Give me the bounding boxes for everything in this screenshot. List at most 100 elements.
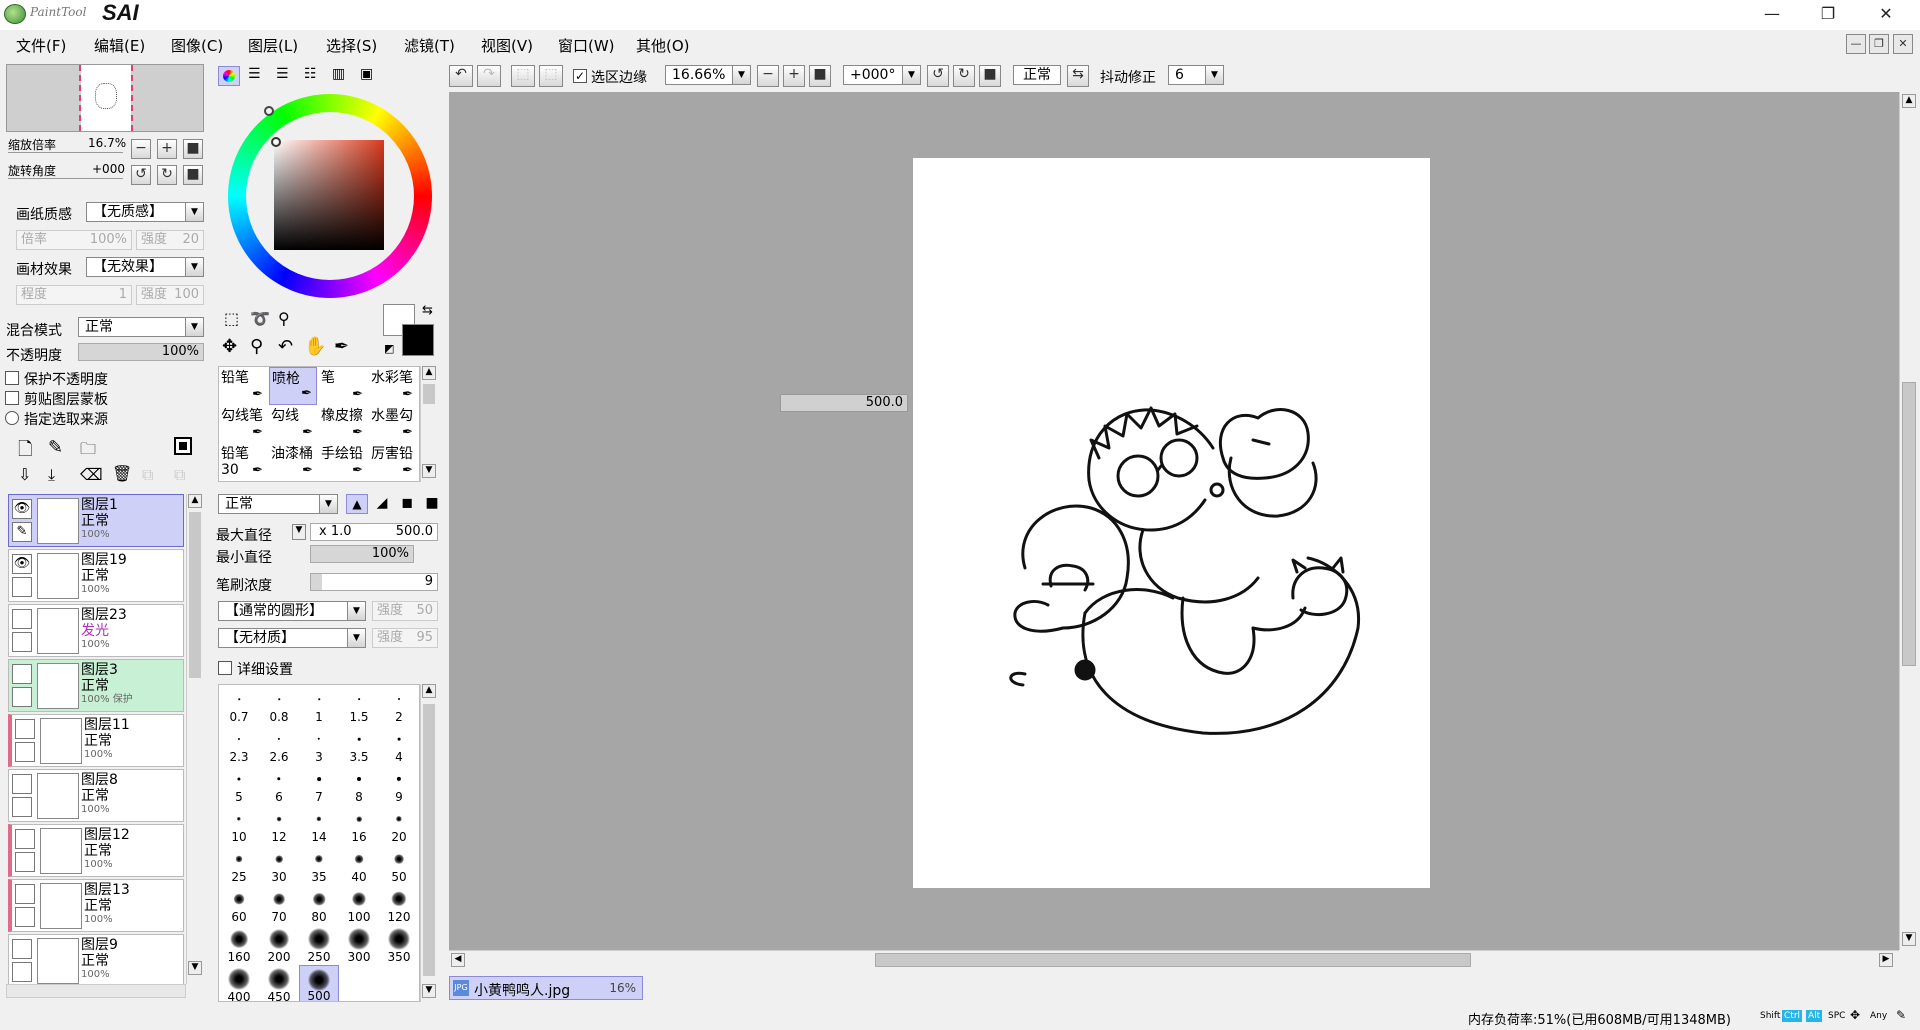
canvas-zoom-reset-button[interactable]: ■ <box>809 65 831 87</box>
brush-size-slot[interactable]: 400 <box>219 965 259 1001</box>
tool-slot[interactable]: 水彩笔 ✒ <box>369 367 417 405</box>
blend-mode-dropdown[interactable]: 正常 ▼ <box>78 317 204 337</box>
visibility-toggle[interactable] <box>12 664 32 684</box>
canvas-rotate-reset-button[interactable]: ■ <box>979 65 1001 87</box>
brush-size-slot[interactable]: 200 <box>259 925 299 965</box>
opacity-slider[interactable]: 100% <box>78 343 204 361</box>
minimize-button[interactable]: — <box>1744 0 1800 30</box>
mdi-restore-button[interactable]: ❐ <box>1869 34 1889 54</box>
menu-other[interactable]: 其他(O) <box>636 35 690 56</box>
layer-list-hscrollbar[interactable] <box>6 984 186 998</box>
tool-blend-mode-dropdown[interactable]: 正常 ▼ <box>218 494 338 514</box>
brush-size-slot[interactable]: 10 <box>219 805 259 845</box>
layer-mask-icon[interactable] <box>174 437 192 455</box>
layer-row[interactable]: 图层13 正常 100% <box>8 879 184 932</box>
zoom-in-button[interactable]: + <box>157 139 177 159</box>
layer-row[interactable]: 图层11 正常 100% <box>8 714 184 767</box>
brush-edge-soft-icon[interactable]: ◢ <box>371 494 393 514</box>
reset-colors-icon[interactable]: ◩ <box>384 342 394 355</box>
brush-size-slot[interactable]: 0.8 <box>259 685 299 725</box>
transfer-down-icon[interactable]: ⇩ <box>18 465 31 484</box>
tool-slot[interactable]: 笔 ✒ <box>319 367 367 405</box>
brush-shape-dropdown[interactable]: 【通常的圆形】 ▼ <box>218 601 366 621</box>
visibility-toggle[interactable] <box>12 609 32 629</box>
restore-button[interactable]: ❐ <box>1800 0 1856 30</box>
clear-layer-icon[interactable]: ⌫ <box>80 465 103 484</box>
brush-size-slot[interactable]: 1 <box>299 685 339 725</box>
menu-view[interactable]: 视图(V) <box>481 35 533 56</box>
layer-lock-toggle[interactable] <box>12 962 32 982</box>
layer-lock-toggle[interactable] <box>15 852 35 872</box>
brush-size-slot[interactable]: 2 <box>379 685 419 725</box>
visibility-toggle[interactable] <box>15 829 35 849</box>
merge-down-icon[interactable]: ⤓ <box>48 465 55 485</box>
detail-settings-checkbox[interactable] <box>218 661 232 675</box>
brush-size-slot[interactable]: 40 <box>339 845 379 885</box>
tool-slot[interactable]: 铅笔 ✒ <box>219 367 267 405</box>
marquee-select-icon[interactable]: ⬚ <box>224 309 239 328</box>
brush-size-slot[interactable]: 20 <box>379 805 419 845</box>
menu-file[interactable]: 文件(F) <box>16 35 66 56</box>
swatch-tab[interactable]: ☷ <box>304 66 317 82</box>
tool-slot[interactable]: 油漆桶 ✒ <box>269 443 317 481</box>
tool-grid-scrollbar[interactable]: ▲ ▼ <box>420 366 436 482</box>
brush-size-slot[interactable]: 100 <box>339 885 379 925</box>
tool-slot[interactable]: 喷枪 ✒ <box>269 367 317 405</box>
menu-edit[interactable]: 编辑(E) <box>94 35 145 56</box>
visibility-toggle[interactable] <box>15 884 35 904</box>
brush-size-slot[interactable]: 70 <box>259 885 299 925</box>
brush-size-slot[interactable]: 350 <box>379 925 419 965</box>
clip-mask-checkbox[interactable] <box>5 391 19 405</box>
menu-image[interactable]: 图像(C) <box>171 35 223 56</box>
paper-texture-dropdown[interactable]: 【无质感】 ▼ <box>86 202 204 222</box>
tool-slot[interactable]: 水墨勾 ✒ <box>369 405 417 443</box>
tool-slot[interactable]: 勾线笔 ✒ <box>219 405 267 443</box>
undo-button[interactable]: ↶ <box>449 65 473 87</box>
selection-source-radio[interactable] <box>5 411 19 425</box>
visibility-toggle[interactable] <box>12 939 32 959</box>
layer-row[interactable]: 图层3 正常 100% 保护 <box>8 659 184 712</box>
visibility-toggle[interactable] <box>15 719 35 739</box>
rotate-left-button[interactable]: ↺ <box>131 165 151 185</box>
brush-size-slot[interactable]: 12 <box>259 805 299 845</box>
brush-size-slot[interactable]: 2.6 <box>259 725 299 765</box>
menu-filter[interactable]: 滤镜(T) <box>404 35 455 56</box>
brush-icon[interactable]: ✎ <box>12 522 32 542</box>
canvas-zoom-out-button[interactable]: − <box>757 65 779 87</box>
brush-size-slot[interactable]: 2.3 <box>219 725 259 765</box>
menu-window[interactable]: 窗口(W) <box>558 35 615 56</box>
brush-size-slot[interactable]: 16 <box>339 805 379 845</box>
brush-size-slot[interactable]: 14 <box>299 805 339 845</box>
tool-slot[interactable]: 铅笔30 ✒ <box>219 443 267 481</box>
selection-edge-checkbox[interactable]: ✓ <box>573 69 587 83</box>
close-button[interactable]: ✕ <box>1858 0 1914 30</box>
layer-list-scrollbar[interactable]: ▲ ▼ <box>186 494 202 984</box>
brush-size-slot[interactable]: 120 <box>379 885 419 925</box>
menu-select[interactable]: 选择(S) <box>326 35 377 56</box>
view-mode-dropdown[interactable]: 正常 <box>1013 65 1061 85</box>
mdi-minimize-button[interactable]: — <box>1846 34 1866 54</box>
layer-row[interactable]: 图层12 正常 100% <box>8 824 184 877</box>
lasso-select-icon[interactable]: ➰ <box>250 309 270 328</box>
layer-row[interactable]: 👁 ✎ 图层1 正常 100% <box>8 494 184 547</box>
layer-row[interactable]: 👁 图层19 正常 100% <box>8 549 184 602</box>
max-diameter-dropdown[interactable]: ▼ <box>292 524 306 540</box>
drawing-paper[interactable] <box>913 158 1430 888</box>
eye-icon[interactable]: 👁 <box>12 554 32 574</box>
scratchpad-tab[interactable]: ▣ <box>360 66 373 82</box>
brush-size-slot[interactable]: 500 <box>299 965 339 1001</box>
swap-colors-icon[interactable]: ⇆ <box>422 303 433 318</box>
mixer-tab[interactable]: ▥ <box>332 66 345 82</box>
brush-size-slot[interactable]: 450 <box>259 965 299 1001</box>
hue-picker-handle[interactable] <box>264 106 274 116</box>
saturation-value-square[interactable] <box>271 137 384 250</box>
layer-lock-toggle[interactable] <box>12 632 32 652</box>
rotate-right-button[interactable]: ↻ <box>157 165 177 185</box>
brush-size-slot[interactable]: 50 <box>379 845 419 885</box>
layer-lock-toggle[interactable] <box>12 577 32 597</box>
delete-layer-icon[interactable]: 🗑 <box>112 464 132 483</box>
brush-size-slot[interactable]: 0.7 <box>219 685 259 725</box>
brush-size-slot[interactable]: 7 <box>299 765 339 805</box>
tool-slot[interactable]: 手绘铅 ✒ <box>319 443 367 481</box>
redo-button[interactable]: ↷ <box>477 65 501 87</box>
